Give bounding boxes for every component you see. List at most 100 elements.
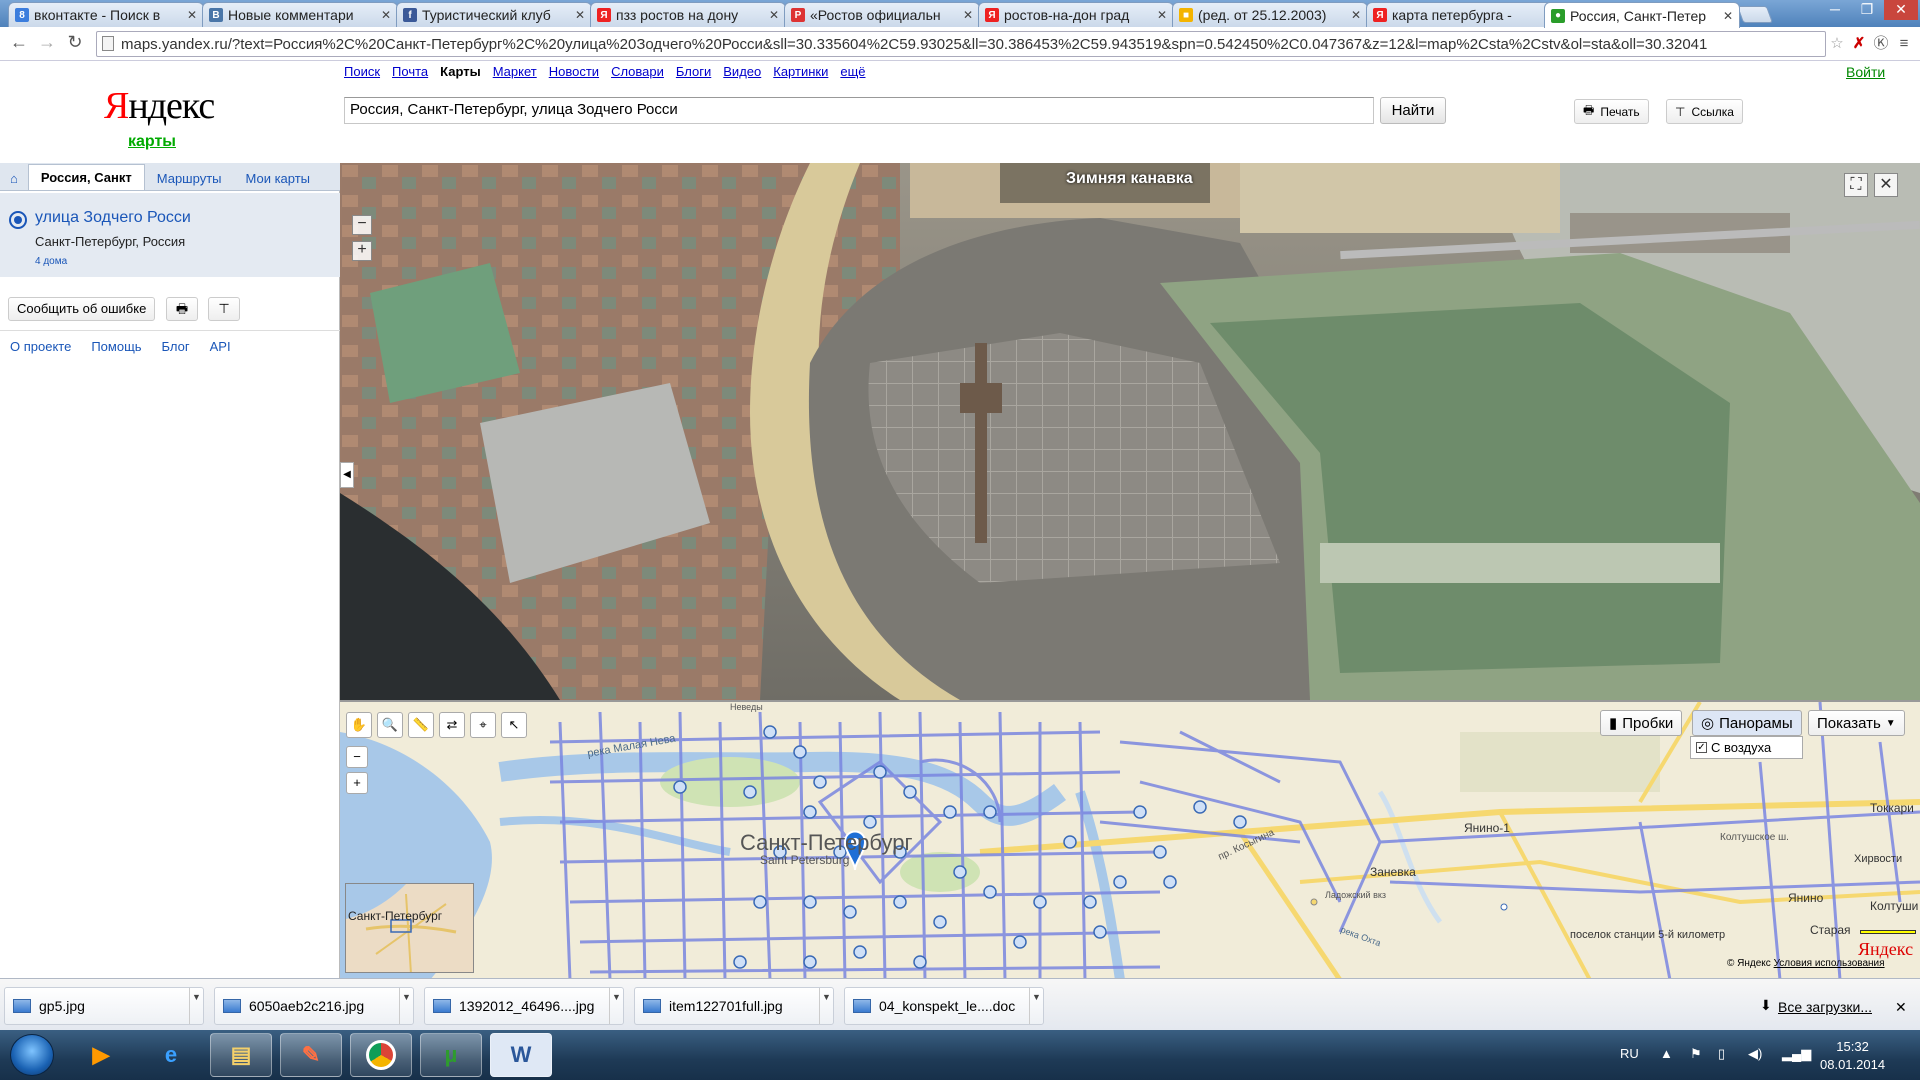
left-panel-tab[interactable]: Россия, Санкт	[27, 164, 145, 190]
menu-icon[interactable]: ≡	[1893, 33, 1915, 55]
back-arrow-icon[interactable]: ←	[6, 32, 32, 53]
paint-icon[interactable]: ✎	[280, 1033, 342, 1077]
checkbox-icon[interactable]: ✓	[1696, 742, 1707, 753]
download-item[interactable]: gp5.jpg ▼	[4, 987, 204, 1025]
utorrent-icon[interactable]: µ	[420, 1033, 482, 1077]
browser-tab[interactable]: B Новые комментари ✕	[202, 2, 398, 27]
close-tab-icon[interactable]: ✕	[1723, 9, 1733, 23]
map-view[interactable]: Санкт-Петербург Saint Petersburg река Ма…	[340, 700, 1920, 978]
download-item[interactable]: 04_konspekt_le....doc ▼	[844, 987, 1044, 1025]
download-item[interactable]: 1392012_46496....jpg ▼	[424, 987, 624, 1025]
minimap[interactable]: Санкт-Петербург	[345, 883, 474, 973]
download-item[interactable]: item122701full.jpg ▼	[634, 987, 834, 1025]
footer-link[interactable]: API	[210, 339, 231, 354]
extension2-icon[interactable]: Ⓚ	[1870, 33, 1892, 55]
result-title[interactable]: улица Зодчего Росси	[35, 209, 191, 227]
word-icon[interactable]: W	[490, 1033, 552, 1077]
login-link[interactable]: Войти	[1846, 64, 1885, 80]
browser-tab[interactable]: Яростов-на-дон град ✕	[978, 2, 1174, 27]
map-zoom-out-icon[interactable]: −	[346, 746, 368, 768]
show-hidden-icons-icon[interactable]: ▲	[1660, 1046, 1673, 1061]
find-button[interactable]: Найти	[1380, 97, 1446, 124]
service-link[interactable]: Почта	[392, 64, 428, 79]
traffic-button[interactable]: ▮ Пробки	[1600, 710, 1683, 736]
internet-explorer-icon[interactable]: e	[140, 1033, 202, 1077]
close-tab-icon[interactable]: ✕	[575, 8, 585, 22]
select-tool-icon[interactable]: ↖	[501, 712, 527, 738]
language-indicator[interactable]: RU	[1620, 1046, 1639, 1061]
search-result[interactable]: улица Зодчего Росси Санкт-Петербург, Рос…	[0, 193, 340, 277]
close-tab-icon[interactable]: ✕	[769, 8, 779, 22]
address-bar[interactable]: maps.yandex.ru/?text=Россия%2C%20Санкт-П…	[96, 31, 1826, 57]
report-error-button[interactable]: Сообщить об ошибке	[8, 297, 156, 321]
service-link[interactable]: Поиск	[344, 64, 380, 79]
download-menu-icon[interactable]: ▼	[609, 988, 623, 1024]
panoramas-button[interactable]: ◎ Панорамы	[1692, 710, 1802, 736]
bookmark-star-icon[interactable]: ☆	[1826, 33, 1848, 55]
result-radio-icon[interactable]	[9, 211, 27, 229]
service-link[interactable]: Словари	[611, 64, 664, 79]
print-small-icon[interactable]: 🖶	[166, 297, 198, 321]
maps-link[interactable]: карты	[128, 133, 176, 151]
object-tool-icon[interactable]: ⌖	[470, 712, 496, 738]
link-button[interactable]: ⊤ Ссылка	[1666, 99, 1743, 124]
ruler-tool-icon[interactable]: 📏	[408, 712, 434, 738]
new-tab-button[interactable]	[1736, 6, 1774, 23]
result-count[interactable]: 4 дома	[35, 256, 67, 267]
browser-tab[interactable]: ● Россия, Санкт-Петер ✕	[1544, 2, 1740, 28]
link-small-icon[interactable]: ⊤	[208, 297, 240, 321]
route-tool-icon[interactable]: ⇄	[439, 712, 465, 738]
browser-tab[interactable]: 8 вконтакте - Поиск в ✕	[8, 2, 204, 27]
close-window-icon[interactable]: ✕	[1884, 0, 1918, 20]
download-item[interactable]: 6050aeb2c216.jpg ▼	[214, 987, 414, 1025]
media-player-icon[interactable]: ▶	[70, 1033, 132, 1077]
close-panorama-icon[interactable]: ✕	[1874, 173, 1898, 197]
download-menu-icon[interactable]: ▼	[189, 988, 203, 1024]
service-link[interactable]: Маркет	[493, 64, 537, 79]
service-link[interactable]: Блоги	[676, 64, 711, 79]
terms-link[interactable]: Условия использования	[1774, 958, 1885, 969]
chrome-icon[interactable]	[350, 1033, 412, 1077]
extension-icon[interactable]: ✗	[1848, 33, 1870, 55]
search-input[interactable]: Россия, Санкт-Петербург, улица Зодчего Р…	[344, 97, 1374, 124]
close-tab-icon[interactable]: ✕	[187, 8, 197, 22]
close-tab-icon[interactable]: ✕	[1157, 8, 1167, 22]
footer-link[interactable]: О проекте	[10, 339, 71, 354]
map-zoom-in-icon[interactable]: +	[346, 772, 368, 794]
close-tab-icon[interactable]: ✕	[381, 8, 391, 22]
browser-tab[interactable]: f Туристический клуб ✕	[396, 2, 592, 27]
browser-tab[interactable]: ■ (ред. от 25.12.2003) ✕	[1172, 2, 1368, 27]
pano-zoom-in-icon[interactable]: +	[352, 241, 372, 261]
all-downloads-link[interactable]: Все загрузки...	[1778, 999, 1872, 1015]
pano-zoom-out-icon[interactable]: −	[352, 215, 372, 235]
battery-icon[interactable]: ▯	[1718, 1046, 1725, 1062]
close-tab-icon[interactable]: ✕	[1351, 8, 1361, 22]
download-menu-icon[interactable]: ▼	[399, 988, 413, 1024]
service-link[interactable]: Видео	[723, 64, 761, 79]
close-tab-icon[interactable]: ✕	[963, 8, 973, 22]
close-downloads-icon[interactable]: ✕	[1895, 999, 1907, 1016]
service-link[interactable]: ещё	[840, 64, 865, 79]
clock[interactable]: 15:32 08.01.2014	[1820, 1038, 1885, 1074]
yandex-logo[interactable]: Яндекс	[104, 84, 215, 128]
file-explorer-icon[interactable]: ▤	[210, 1033, 272, 1077]
footer-link[interactable]: Блог	[162, 339, 190, 354]
left-panel-tab[interactable]: Мои карты	[234, 166, 323, 190]
collapse-panel-icon[interactable]: ◀	[340, 462, 354, 488]
volume-icon[interactable]: ◀)	[1748, 1046, 1762, 1062]
download-menu-icon[interactable]: ▼	[819, 988, 833, 1024]
show-dropdown[interactable]: Показать ▼	[1808, 710, 1905, 736]
network-icon[interactable]: ▂▄▆	[1782, 1046, 1811, 1062]
left-panel-tab[interactable]: Маршруты	[145, 166, 234, 190]
hand-tool-icon[interactable]: ✋	[346, 712, 372, 738]
start-button[interactable]	[10, 1034, 54, 1076]
aerial-panorama[interactable]: − + ⛶ ✕	[340, 163, 1920, 700]
print-button[interactable]: 🖶 Печать	[1574, 99, 1649, 124]
download-menu-icon[interactable]: ▼	[1029, 988, 1043, 1024]
browser-tab[interactable]: P «Ростов официальн ✕	[784, 2, 980, 27]
service-link[interactable]: Картинки	[773, 64, 828, 79]
home-icon[interactable]: ⌂	[0, 166, 28, 190]
footer-link[interactable]: Помощь	[91, 339, 141, 354]
forward-arrow-icon[interactable]: →	[34, 32, 60, 53]
service-link[interactable]: Новости	[549, 64, 599, 79]
